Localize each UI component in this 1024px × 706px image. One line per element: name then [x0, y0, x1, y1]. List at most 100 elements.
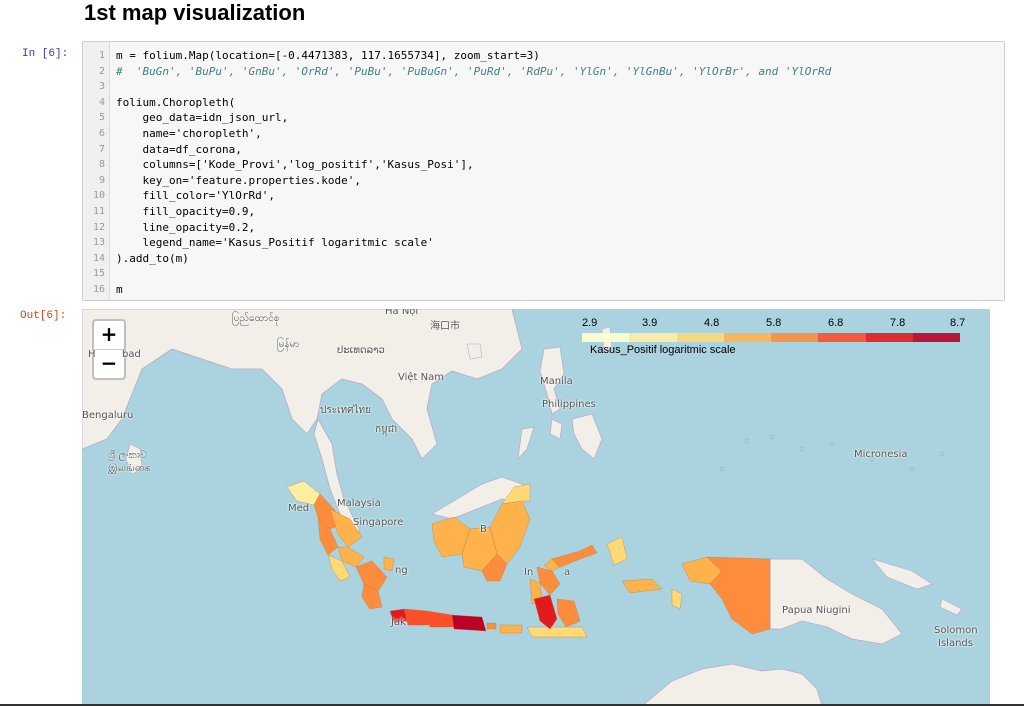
code-line: geo_data=idn_json_url, — [116, 111, 289, 125]
code-line: name='choropleth', — [116, 127, 262, 140]
province-malut — [606, 536, 628, 566]
map-label-srilanka-2: இலங்கை — [108, 463, 151, 474]
map-label-hainan: 海口市 — [430, 321, 460, 332]
zoom-out-button[interactable]: − — [94, 350, 124, 378]
line-number: 1 — [98, 50, 105, 61]
legend-color-step — [582, 333, 630, 342]
province-jabar — [403, 608, 431, 626]
legend-color-step — [723, 333, 771, 342]
province-babel — [383, 556, 395, 572]
notebook-heading: 1st map visualization — [84, 0, 306, 25]
map-label-manila: Manila — [540, 376, 573, 387]
map-label-philippines: Philippines — [542, 399, 596, 410]
line-number: 6 — [98, 128, 105, 139]
legend-color-step — [912, 333, 960, 342]
province-aceh — [286, 480, 321, 506]
map-label-bengaluru: Bengaluru — [82, 410, 134, 421]
code-line: columns=['Kode_Provi','log_positif','Kas… — [116, 158, 474, 172]
code-line: legend_name='Kasus_Positif logaritmic sc… — [116, 236, 434, 250]
line-number: 10 — [92, 190, 105, 202]
legend-tick: 2.9 — [582, 317, 598, 329]
map-label-medan: Med — [288, 503, 310, 514]
map-label-micronesia: Micronesia — [854, 449, 908, 460]
folium-map[interactable]: + − 2.9 3.9 4.8 5.8 6.8 7.8 8.7 Kasus_Po… — [82, 309, 990, 706]
line-number: 14 — [92, 252, 105, 264]
line-number: 8 — [98, 159, 105, 171]
micronesia-islands — [719, 434, 945, 472]
code-line: line_opacity=0.2, — [116, 220, 256, 234]
legend-color-step — [865, 333, 913, 342]
code-line: fill_opacity=0.9, — [116, 205, 256, 218]
legend-tick: 8.7 — [950, 317, 966, 329]
map-label-borneo: B — [480, 524, 487, 535]
map-label-indonesia-a: In — [524, 567, 534, 578]
legend-caption: Kasus_Positif logaritmic scale — [590, 344, 736, 356]
legend-color-step — [818, 333, 866, 342]
zoom-control: + − — [92, 319, 126, 380]
province-bali — [486, 622, 497, 630]
map-label-hyderabad-b: bad — [122, 349, 141, 360]
map-label-singapore: Singapore — [353, 517, 404, 528]
legend-tick: 4.8 — [704, 317, 720, 329]
map-label-thailand: ประเทศไทย — [320, 405, 371, 416]
line-number: 15 — [92, 268, 105, 280]
input-prompt: In [6]: — [22, 48, 69, 60]
map-label-hyderabad-a: H — [88, 349, 96, 360]
legend-tick: 6.8 — [828, 317, 844, 329]
province-jateng — [426, 610, 455, 628]
line-number: 13 — [92, 237, 105, 249]
province-sulsel — [533, 594, 558, 630]
map-label-malaysia: Malaysia — [337, 498, 381, 509]
map-label-myanmar: ပြည်ထောင်စု — [232, 313, 280, 324]
code-line: ).add_to(m) — [116, 251, 189, 265]
legend-color-step — [771, 333, 819, 342]
output-prompt: Out[6]: — [20, 310, 67, 322]
code-line: key_on='feature.properties.kode', — [116, 173, 362, 187]
legend-tick: 7.8 — [890, 317, 906, 329]
legend-color-bar — [582, 333, 960, 342]
map-basemap — [82, 309, 963, 706]
map-label-solomon-1: Solomon — [934, 625, 978, 636]
province-maluku — [621, 578, 663, 594]
line-number: 16 — [92, 284, 105, 295]
code-line: data=df_corona, — [116, 142, 242, 156]
map-label-papua: Papua Niugini — [782, 605, 851, 616]
code-line: fill_color='YlOrRd', — [116, 189, 275, 203]
code-line: m = folium.Map(location=[-0.4471383, 117… — [116, 49, 540, 62]
map-label-yangon: မြန်မာ — [277, 339, 300, 350]
code-cell[interactable]: 1 2 3 4 5 6 7 8 9 10 11 12 13 14 15 16 m = folium.Map(l… — [82, 41, 1005, 301]
province-sulut — [551, 544, 598, 568]
line-number: 9 — [98, 174, 105, 186]
province-ntb — [499, 624, 523, 634]
map-legend: 2.9 3.9 4.8 5.8 6.8 7.8 8.7 Kasus_Positi… — [582, 317, 966, 367]
legend-color-step — [676, 333, 724, 342]
zoom-in-button[interactable]: + — [94, 321, 124, 350]
papua-new-guinea — [769, 558, 903, 645]
map-label-solomon-2: Islands — [938, 638, 973, 649]
line-number: 12 — [92, 221, 105, 233]
map-label-hanoi: Hà Nội — [385, 309, 419, 317]
line-number: 4 — [98, 96, 105, 108]
new-britain — [871, 558, 933, 590]
province-sumsel — [355, 560, 388, 592]
map-label-srilanka-1: ශ්‍රී ලංකාව — [108, 450, 148, 461]
province-ntt — [526, 626, 588, 638]
line-number-gutter: 1 2 3 4 5 6 7 8 9 10 11 12 13 14 15 16 — [83, 42, 110, 300]
line-number: 2 — [98, 65, 105, 77]
line-number: 11 — [92, 206, 105, 217]
map-label-jakarta: Jak — [391, 617, 406, 628]
legend-color-step — [629, 333, 677, 342]
solomon-islands-shape — [939, 598, 963, 616]
province-sultra — [556, 598, 581, 628]
legend-tick: 5.8 — [766, 317, 782, 329]
map-label-laos: ປະເທດລາວ — [337, 345, 385, 356]
map-label-palembang: ng — [395, 565, 408, 576]
map-label-indonesia-b: a — [564, 567, 571, 578]
line-number: 7 — [98, 143, 105, 155]
legend-tick: 3.9 — [642, 317, 658, 329]
province-maluku-2 — [671, 588, 683, 610]
province-jatim — [451, 614, 487, 632]
line-number: 3 — [98, 81, 105, 93]
map-label-vietnam: Việt Nam — [398, 372, 445, 383]
code-line: folium.Choropleth( — [116, 95, 236, 109]
